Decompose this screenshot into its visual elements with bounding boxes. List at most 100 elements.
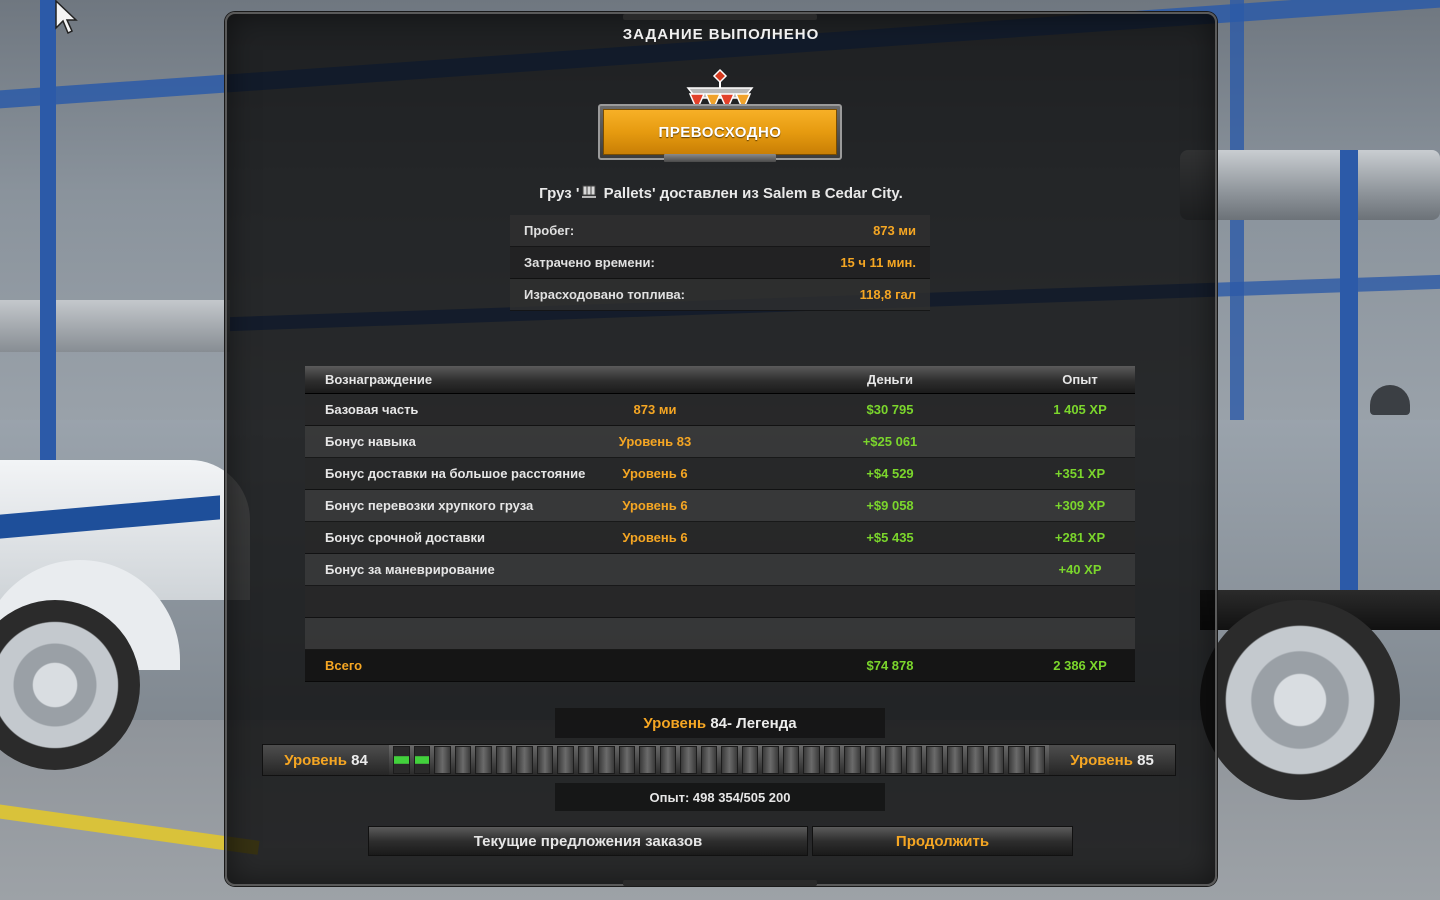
xp-segment [762,746,779,774]
reward-name: Базовая часть [325,402,419,417]
reward-row: Бонус доставки на большое расстояние Уро… [305,458,1135,490]
xp-segment [823,746,840,774]
reward-row-empty [305,586,1135,618]
level-number: 84 [710,714,728,732]
xp-segment [577,746,594,774]
truck-wheel [1200,600,1400,800]
stat-value: 15 ч 11 мин. [840,255,916,270]
xp-segment [967,746,984,774]
xp-segment [1028,746,1045,774]
rating-label: ПРЕВОСХОДНО [603,109,837,155]
level-word: Уровень [643,714,707,732]
reward-money: +$5 435 [866,530,914,545]
reward-row: Базовая часть 873 ми $30 795 1 405 XP [305,394,1135,426]
xp-segment [598,746,615,774]
stat-label: Израсходовано топлива: [524,287,685,302]
continue-button[interactable]: Продолжить [812,826,1073,856]
stat-label: Затрачено времени: [524,255,655,270]
reward-name: Бонус перевозки хрупкого груза [325,498,534,513]
xp-segment [864,746,881,774]
xp-segment [434,746,451,774]
reward-money: +$9 058 [866,498,914,513]
stat-row-time: Затрачено времени: 15 ч 11 мин. [510,247,930,279]
xp-progress-bar: Уровень 84 Уровень 85 [262,744,1176,776]
reward-xp: +281 XP [1054,530,1106,545]
xp-segment [885,746,902,774]
reward-row: Бонус навыка Уровень 83 +$25 061 [305,426,1135,458]
stat-row-fuel: Израсходовано топлива: 118,8 гал [510,279,930,311]
reward-money: +$25 061 [862,434,918,449]
total-xp: 2 386 XP [1053,658,1107,673]
xp-segment-filled [393,746,410,774]
stat-value: 118,8 гал [859,287,916,302]
total-label: Всего [325,658,363,673]
rewards-header: Вознаграждение Деньги Опыт [305,366,1135,394]
air-duct [0,300,230,352]
xp-segment [536,746,553,774]
xp-segment [475,746,492,774]
xp-segment [516,746,533,774]
stat-value: 873 ми [873,223,916,238]
cargo-route: ' доставлен из Salem в Cedar City. [651,185,903,202]
xp-segment-filled [413,746,430,774]
xp-segment [680,746,697,774]
cargo-prefix: Груз ' [539,185,580,202]
reward-detail: Уровень 6 [622,530,688,545]
next-level-number: 85 [1137,751,1154,769]
xp-segment [495,746,512,774]
rating-badge: ПРЕВОСХОДНО [598,68,842,164]
dialog-title: ЗАДАНИЕ ВЫПОЛНЕНО [622,26,820,43]
reward-row: Бонус перевозки хрупкого груза Уровень 6… [305,490,1135,522]
cargo-pallet-icon [582,185,597,198]
stat-row-distance: Пробег: 873 ми [510,215,930,247]
reward-name: Бонус срочной доставки [325,530,485,545]
current-level-number: 84 [351,751,368,769]
xp-segment [557,746,574,774]
reward-detail: Уровень 6 [622,466,688,481]
xp-segment [1008,746,1025,774]
reward-xp: 1 405 XP [1053,402,1107,417]
reward-xp: +309 XP [1054,498,1106,513]
xp-counter: Опыт: 498 354/505 200 [555,783,885,811]
rating-plate-strip [664,154,776,162]
xp-segment [454,746,471,774]
current-offers-button[interactable]: Текущие предложения заказов [368,826,808,856]
reward-row: Бонус за маневрирование +40 XP [305,554,1135,586]
reward-money: $30 795 [866,402,914,417]
reward-row-empty [305,618,1135,650]
header-xp: Опыт [1062,372,1098,387]
xp-segment [639,746,656,774]
reward-detail: 873 ми [633,402,677,417]
rating-plate: ПРЕВОСХОДНО [598,104,842,160]
xp-segment [659,746,676,774]
xp-segment [987,746,1004,774]
reward-name: Бонус навыка [325,434,416,449]
xp-segment [803,746,820,774]
xp-segment [700,746,717,774]
level-title: Уровень 84 - Легенда [555,708,885,738]
reward-row: Бонус срочной доставки Уровень 6 +$5 435… [305,522,1135,554]
current-level: Уровень 84 [263,745,389,775]
next-level-word: Уровень [1070,751,1133,769]
panel-tab [623,14,817,20]
mouse-cursor-icon [55,0,78,35]
xp-segment [844,746,861,774]
xp-segment [926,746,943,774]
header-reward: Вознаграждение [325,372,433,387]
xp-segment [946,746,963,774]
reward-xp: +40 XP [1058,562,1102,577]
rewards-table: Вознаграждение Деньги Опыт Базовая часть… [305,366,1135,682]
total-money: $74 878 [866,658,914,673]
cargo-summary: Груз ' Pallets' доставлен из Salem в Ced… [225,185,1217,202]
cargo-name: Pallets [603,185,652,202]
header-money: Деньги [867,372,913,387]
reward-money: +$4 529 [866,466,914,481]
xp-segment [741,746,758,774]
stat-label: Пробег: [524,223,575,238]
current-level-word: Уровень [284,751,347,769]
reward-total-row: Всего $74 878 2 386 XP [305,650,1135,682]
trip-stats: Пробег: 873 ми Затрачено времени: 15 ч 1… [510,215,930,311]
xp-segment [618,746,635,774]
air-duct [1180,150,1440,220]
reward-name: Бонус за маневрирование [325,562,495,577]
